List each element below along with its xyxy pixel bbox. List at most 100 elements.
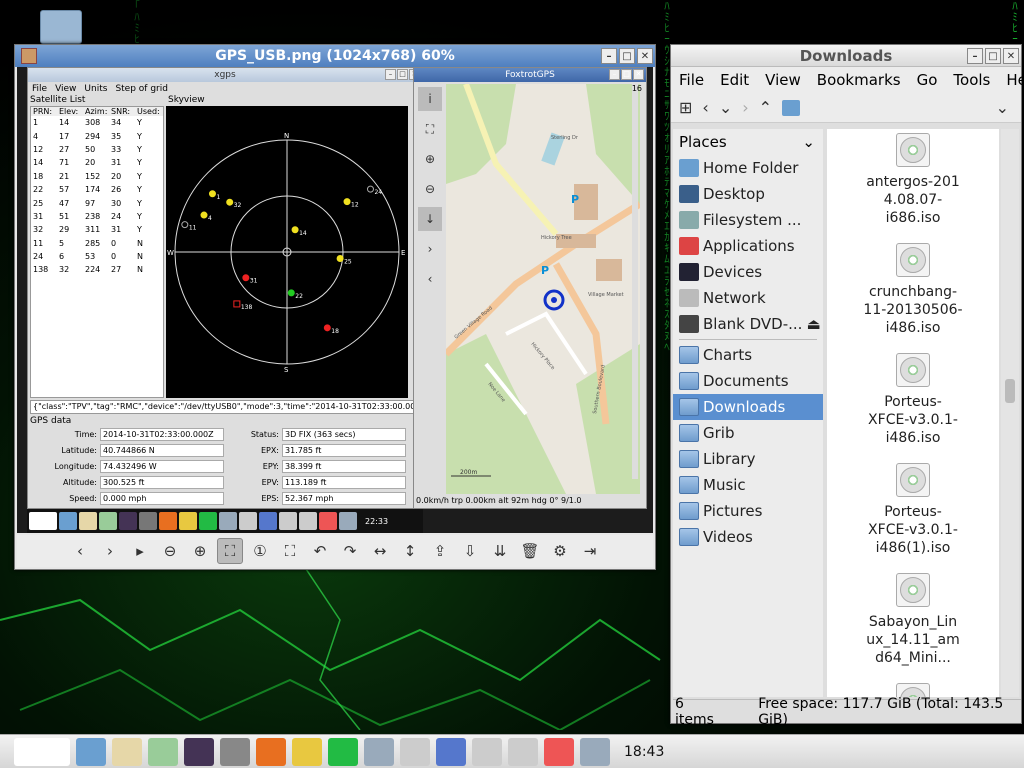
satellite-label: 1 bbox=[216, 194, 220, 201]
save-as-button[interactable]: ⇊ bbox=[487, 538, 513, 564]
path-dropdown-icon[interactable]: ⌄ bbox=[996, 98, 1009, 117]
places-header[interactable]: Places ⌄ bbox=[673, 129, 823, 155]
bluetooth-icon[interactable] bbox=[472, 737, 502, 766]
sidebar-item[interactable]: Blank DVD-... ⏏ bbox=[673, 311, 823, 337]
volume-icon[interactable] bbox=[400, 737, 430, 766]
sidebar-item[interactable]: Home Folder bbox=[673, 155, 823, 181]
sidebar-bookmark[interactable]: Grib bbox=[673, 420, 823, 446]
quit-button[interactable]: ⇥ bbox=[577, 538, 603, 564]
minimize-button[interactable]: – bbox=[967, 48, 983, 64]
xgps-menu-step-of-grid: Step of grid bbox=[115, 83, 168, 94]
file-item[interactable]: Sabayon_Lin ux_14.11_am d64_Mini... bbox=[827, 573, 999, 667]
sidebar-item[interactable]: Devices bbox=[673, 259, 823, 285]
xgps-title: xgps bbox=[214, 70, 236, 80]
sidebar-item-label: Blank DVD-... bbox=[703, 315, 803, 333]
gps-satellite-icon[interactable] bbox=[580, 737, 610, 766]
eject-icon[interactable]: ⏏ bbox=[806, 315, 820, 333]
file-item[interactable]: Porteus- XFCE-v3.0.1- i486.iso bbox=[827, 353, 999, 447]
forward-icon[interactable]: › bbox=[742, 98, 748, 117]
menu-tools[interactable]: Tools bbox=[953, 71, 990, 89]
sidebar-item[interactable]: Network bbox=[673, 285, 823, 311]
table-cell: 27 bbox=[59, 144, 70, 154]
chevron-down-icon[interactable]: ⌄ bbox=[802, 133, 815, 151]
minimize-button[interactable]: – bbox=[601, 48, 617, 64]
fit-window-button[interactable]: ⛶ bbox=[217, 538, 243, 564]
kiwi-launcher-icon[interactable] bbox=[220, 737, 250, 766]
maximize-button[interactable]: □ bbox=[985, 48, 1001, 64]
balloon-icon[interactable] bbox=[544, 737, 574, 766]
places-sidebar: Places ⌄ Home Folder Desktop Filesystem ..… bbox=[673, 129, 823, 697]
image-viewer-window: GPS_USB.png (1024x768) 60% – □ ✕ xgps – □… bbox=[14, 44, 656, 570]
sidebar-bookmark[interactable]: Music bbox=[673, 472, 823, 498]
rotate-right-button[interactable]: ↷ bbox=[337, 538, 363, 564]
sidebar-item-label: Grib bbox=[703, 424, 735, 442]
maximize-button[interactable]: □ bbox=[619, 48, 635, 64]
back-history-icon[interactable]: ⌄ bbox=[719, 98, 732, 117]
sidebar-bookmark[interactable]: Pictures bbox=[673, 498, 823, 524]
zoom-in-button[interactable]: ⊕ bbox=[187, 538, 213, 564]
file-item[interactable]: Porteus- XFCE-v3.0.1- i486(1).iso bbox=[827, 463, 999, 557]
gps-data-panel: GPS data Time: 2014-10-31T02:33:00.000Z La… bbox=[30, 416, 422, 506]
menu-help[interactable]: Help bbox=[1006, 71, 1024, 89]
sidebar-bookmark[interactable]: Library bbox=[673, 446, 823, 472]
close-button[interactable]: ✕ bbox=[1003, 48, 1019, 64]
up-icon[interactable]: ⌃ bbox=[759, 98, 772, 117]
graph-launcher-icon[interactable] bbox=[148, 737, 178, 766]
network-signal-icon[interactable] bbox=[436, 737, 466, 766]
file-name-line: XFCE-v3.0.1- bbox=[868, 522, 958, 538]
menu-go[interactable]: Go bbox=[917, 71, 938, 89]
battery-icon[interactable] bbox=[508, 737, 538, 766]
sidebar-item[interactable]: Desktop bbox=[673, 181, 823, 207]
sidebar-item[interactable]: Applications bbox=[673, 233, 823, 259]
opencpn-launcher-icon[interactable] bbox=[112, 737, 142, 766]
shark-menu-icon[interactable] bbox=[14, 737, 70, 766]
flip-horizontal-button[interactable]: ↔ bbox=[367, 538, 393, 564]
table-row: 31 51 238 24 Y bbox=[31, 210, 163, 223]
gps-field: Status: 3D FIX (363 secs) bbox=[230, 428, 406, 441]
taskbar-clock[interactable]: 18:43 bbox=[624, 744, 664, 760]
menu-file[interactable]: File bbox=[679, 71, 704, 89]
rotate-left-button[interactable]: ↶ bbox=[307, 538, 333, 564]
back-icon[interactable]: ‹ bbox=[702, 98, 708, 117]
delete-button[interactable]: 🗑 bbox=[517, 538, 543, 564]
file-manager-titlebar[interactable]: Downloads – □ ✕ bbox=[671, 45, 1021, 67]
viewer-titlebar[interactable]: GPS_USB.png (1024x768) 60% – □ ✕ bbox=[15, 45, 655, 67]
original-size-button[interactable]: ① bbox=[247, 538, 273, 564]
vertical-scrollbar[interactable] bbox=[1001, 129, 1019, 697]
desktop-folder-icon[interactable] bbox=[40, 10, 82, 44]
preferences-button[interactable]: ⚙ bbox=[547, 538, 573, 564]
foxtrotgps-titlebar: FoxtrotGPS – □ ✕ bbox=[414, 68, 646, 82]
terminal-launcher-icon[interactable] bbox=[328, 737, 358, 766]
zoom-out-button[interactable]: ⊖ bbox=[157, 538, 183, 564]
sidebar-bookmark[interactable]: Documents bbox=[673, 368, 823, 394]
office-launcher-icon[interactable] bbox=[292, 737, 322, 766]
file-manager-launcher-icon[interactable] bbox=[76, 737, 106, 766]
previous-image-button[interactable]: ‹ bbox=[67, 538, 93, 564]
flip-vertical-button[interactable]: ↕ bbox=[397, 538, 423, 564]
firefox-launcher-icon[interactable] bbox=[256, 737, 286, 766]
menu-bookmarks[interactable]: Bookmarks bbox=[817, 71, 901, 89]
file-item[interactable]: antergos-201 4.08.07- i686.iso bbox=[827, 133, 999, 227]
file-name-line: i486.iso bbox=[885, 430, 941, 446]
menu-view[interactable]: View bbox=[765, 71, 801, 89]
sidebar-bookmark[interactable]: Downloads bbox=[673, 394, 823, 420]
sidebar-item[interactable]: Filesystem ... bbox=[673, 207, 823, 233]
file-name-line: Sabayon_Lin bbox=[868, 614, 958, 630]
scrollbar-thumb[interactable] bbox=[1005, 379, 1015, 403]
open-file-button[interactable]: ⇪ bbox=[427, 538, 453, 564]
slideshow-button[interactable]: ▸ bbox=[127, 538, 153, 564]
next-image-button[interactable]: › bbox=[97, 538, 123, 564]
folder-icon bbox=[679, 346, 699, 364]
close-button[interactable]: ✕ bbox=[637, 48, 653, 64]
menu-edit[interactable]: Edit bbox=[720, 71, 749, 89]
sidebar-bookmark[interactable]: Videos bbox=[673, 524, 823, 550]
new-tab-icon[interactable]: ⊞ bbox=[679, 98, 692, 117]
fullscreen-button[interactable]: ⛶ bbox=[277, 538, 303, 564]
home-icon[interactable] bbox=[782, 99, 801, 116]
document-viewer-launcher-icon[interactable] bbox=[364, 737, 394, 766]
file-item[interactable]: crunchbang- 11-20130506- i486.iso bbox=[827, 243, 999, 337]
save-file-button[interactable]: ⇩ bbox=[457, 538, 483, 564]
sidebar-bookmark[interactable]: Charts bbox=[673, 342, 823, 368]
stellarium-launcher-icon[interactable] bbox=[184, 737, 214, 766]
close-icon: ✕ bbox=[633, 69, 644, 80]
